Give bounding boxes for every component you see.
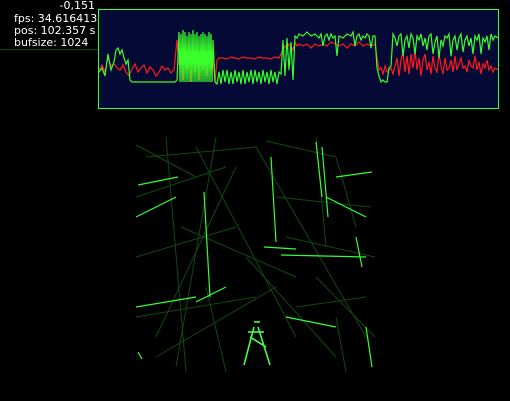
waveform-oscilloscope[interactable] [98,9,499,109]
center-figure [243,321,271,366]
zero-level-line [0,49,98,50]
vectorscope-svg [136,137,375,372]
bright-traces [136,141,373,368]
xy-vectorscope[interactable] [136,137,375,372]
faint-traces [136,137,375,372]
waveform-svg [99,29,498,86]
bufsize-readout: bufsize: 1024 [14,36,89,49]
cursor-coordinate-readout: -0,151 [59,0,95,12]
stats-panel: fps: 34.616413 pos: 102.357 s bufsize: 1… [14,13,97,49]
